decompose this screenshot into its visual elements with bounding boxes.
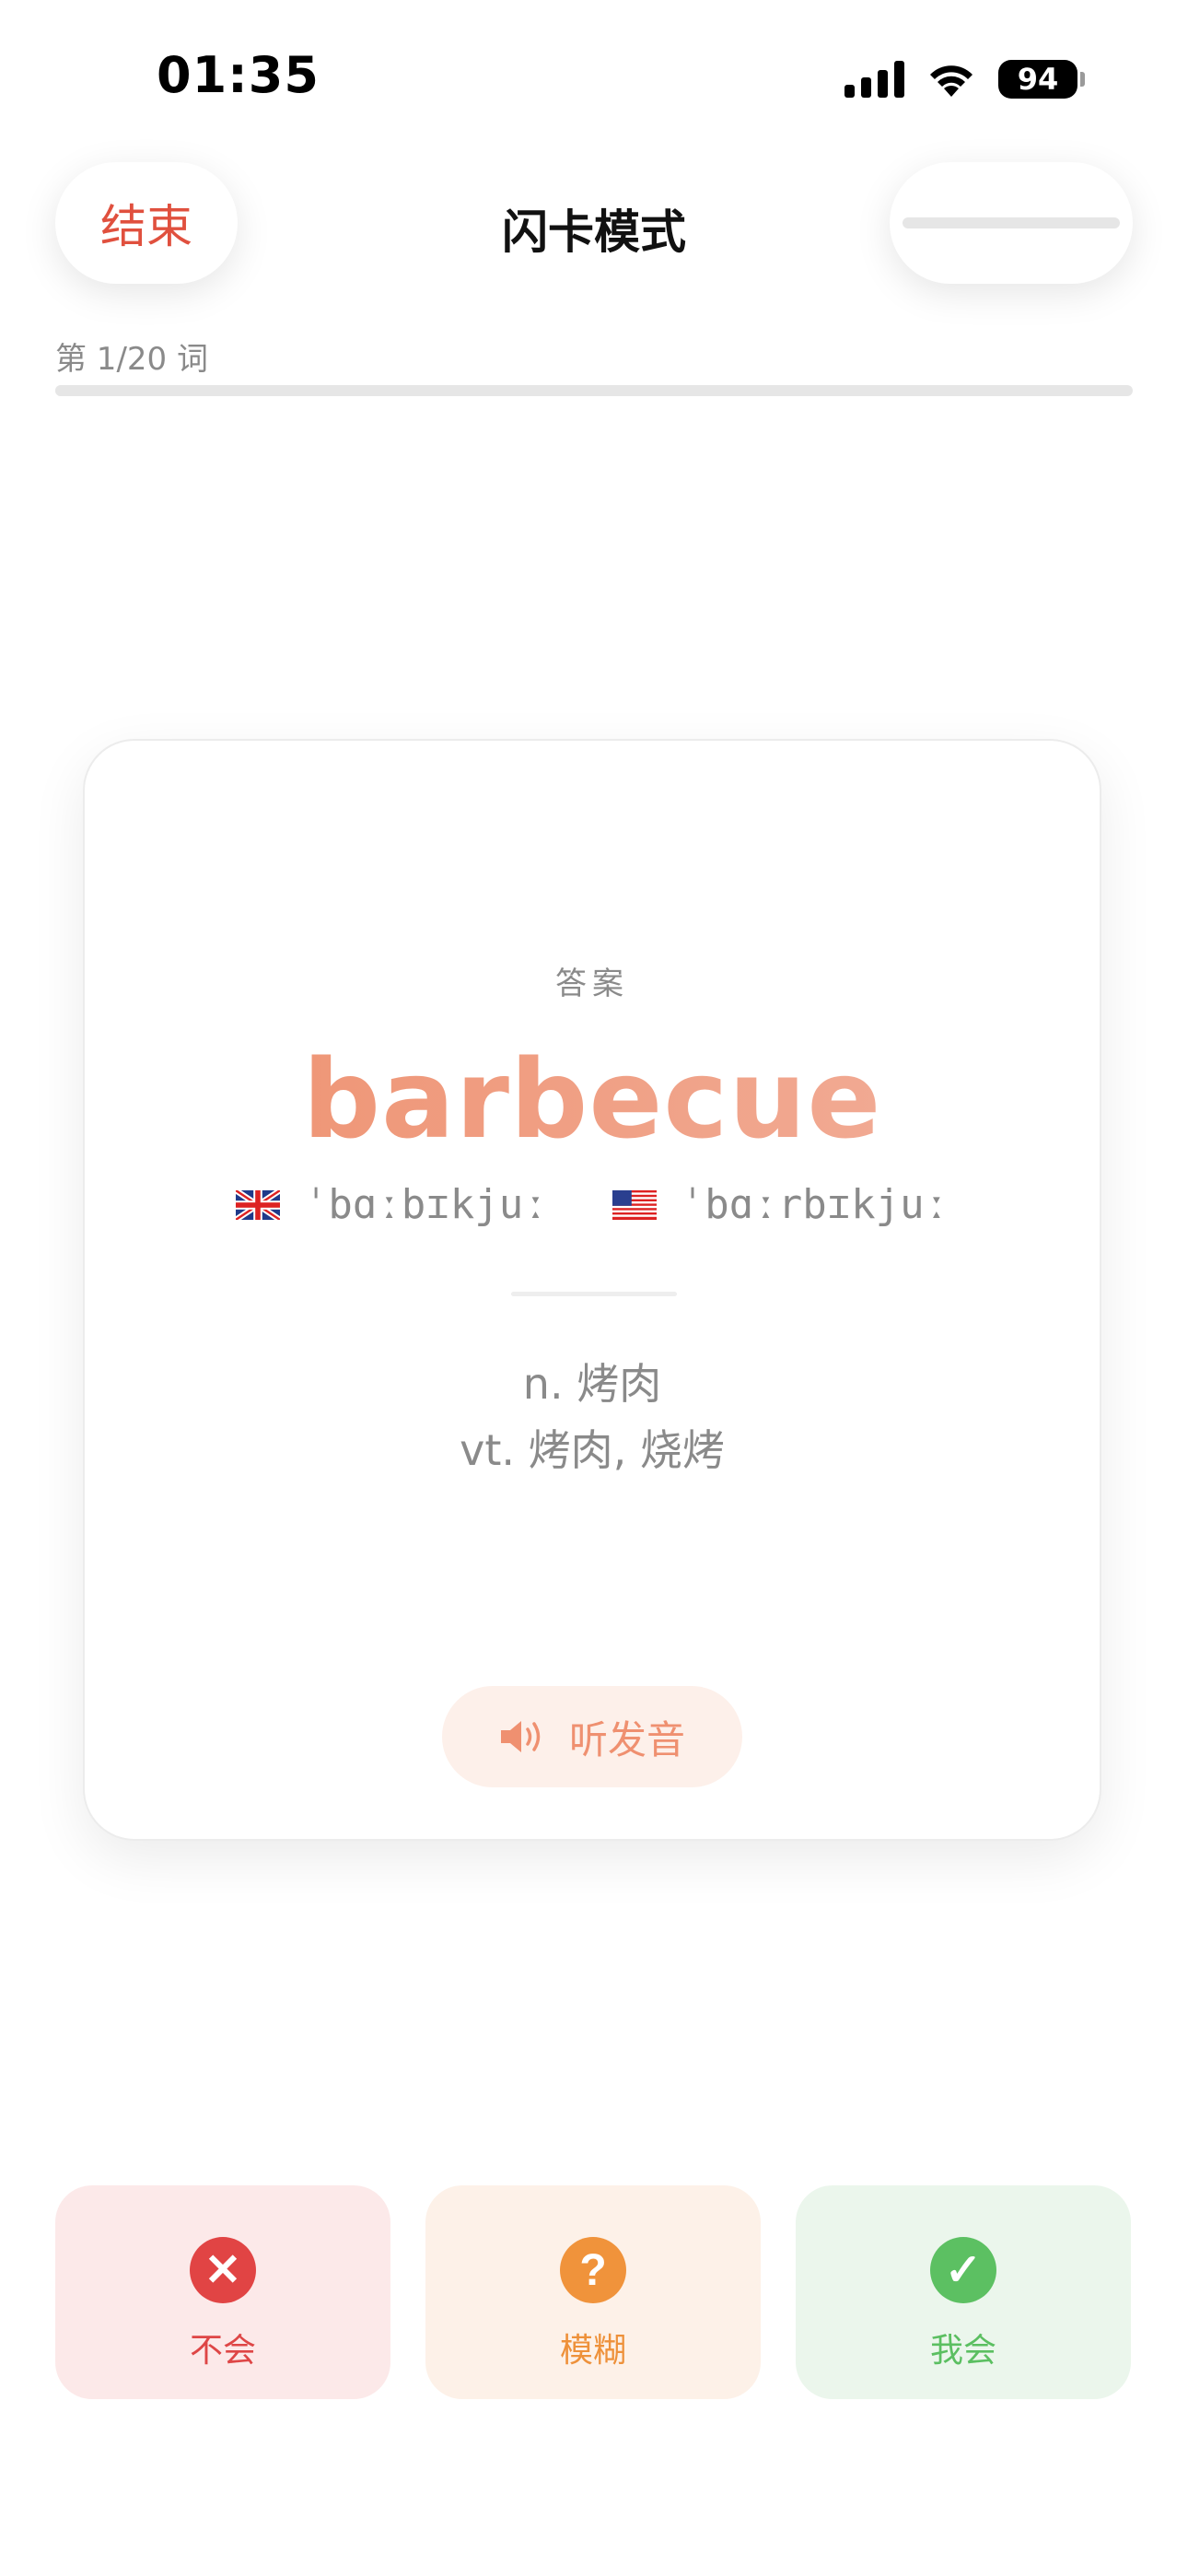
meaning-line: n. 烤肉 — [522, 1359, 662, 1409]
phonetic-us-text: ˈbɑːrbɪkjuː — [680, 1181, 949, 1228]
listen-button[interactable]: 听发音 — [442, 1686, 742, 1787]
listen-label: 听发音 — [568, 1716, 685, 1762]
know-button[interactable]: ✓ 我会 — [796, 2185, 1131, 2399]
battery-level: 94 — [998, 60, 1077, 99]
progress-fill — [55, 385, 110, 396]
battery-icon: 94 — [998, 60, 1085, 99]
us-flag-icon — [611, 1189, 657, 1220]
phonetic-uk-text: ˈbɑːbɪkjuː — [303, 1181, 548, 1228]
fuzzy-label: 模糊 — [559, 2331, 626, 2369]
status-time: 01:35 — [157, 46, 320, 104]
phonetic-uk: ˈbɑːbɪkjuː — [235, 1181, 548, 1228]
answer-label: 答案 — [555, 966, 629, 1002]
flashcard[interactable]: 答案 barbecue ˈbɑːbɪkjuː ˈbɑːrbɪkjuː n. 烤肉… — [83, 739, 1101, 1841]
know-label: 我会 — [929, 2331, 996, 2369]
speaker-icon — [500, 1721, 541, 1752]
wifi-icon — [925, 60, 978, 99]
status-icons: 94 — [844, 53, 1085, 105]
meaning-line: vt. 烤肉, 烧烤 — [460, 1425, 725, 1475]
question-icon: ? — [560, 2237, 626, 2303]
progress-bar — [55, 385, 1133, 396]
header-right-pill[interactable] — [890, 162, 1133, 284]
phonetic-us: ˈbɑːrbɪkjuː — [611, 1181, 949, 1228]
uk-flag-icon — [235, 1189, 280, 1220]
dont-know-button[interactable]: ✕ 不会 — [55, 2185, 390, 2399]
phonetics: ˈbɑːbɪkjuː ˈbɑːrbɪkjuː — [85, 1181, 1100, 1228]
word: barbecue — [85, 1036, 1100, 1163]
fuzzy-button[interactable]: ? 模糊 — [425, 2185, 761, 2399]
card-divider — [511, 1292, 677, 1296]
progress-label: 第 1/20 词 — [55, 341, 208, 378]
dont-know-label: 不会 — [189, 2331, 256, 2369]
cellular-signal-icon — [844, 61, 904, 98]
header-pill-bar — [903, 217, 1120, 228]
check-icon: ✓ — [930, 2237, 996, 2303]
close-icon: ✕ — [190, 2237, 256, 2303]
